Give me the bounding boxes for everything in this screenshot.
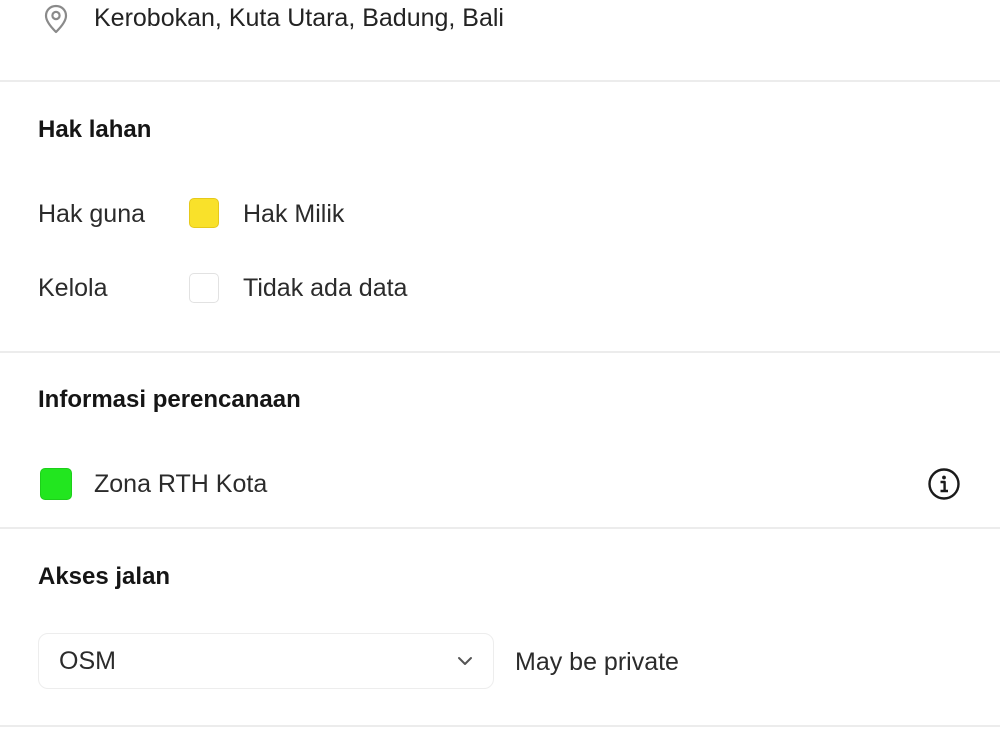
divider	[0, 725, 1000, 727]
road-source-select[interactable]: OSM	[38, 633, 494, 689]
chevron-down-icon	[458, 657, 472, 665]
divider	[0, 80, 1000, 82]
divider	[0, 527, 1000, 529]
location-address: Kerobokan, Kuta Utara, Badung, Bali	[94, 4, 504, 32]
land-rights-title: Hak lahan	[38, 116, 152, 143]
info-circle-icon[interactable]	[927, 467, 961, 501]
divider	[0, 351, 1000, 353]
parcel-info-panel: Kerobokan, Kuta Utara, Badung, Bali Hak …	[0, 0, 1000, 750]
management-color-swatch	[189, 273, 219, 303]
road-access-note: May be private	[515, 648, 679, 676]
location-row: Kerobokan, Kuta Utara, Badung, Bali	[0, 0, 1000, 80]
management-value: Tidak ada data	[243, 274, 408, 302]
management-label: Kelola	[38, 274, 108, 302]
land-use-right-value: Hak Milik	[243, 200, 345, 228]
road-source-selected-value: OSM	[59, 647, 116, 675]
road-access-title: Akses jalan	[38, 563, 171, 590]
land-use-right-color-swatch	[189, 198, 219, 228]
planning-info-title: Informasi perencanaan	[38, 386, 301, 413]
land-use-right-label: Hak guna	[38, 200, 146, 228]
zone-label: Zona RTH Kota	[94, 470, 268, 498]
map-pin-icon	[44, 4, 68, 34]
zone-color-swatch	[40, 468, 72, 500]
